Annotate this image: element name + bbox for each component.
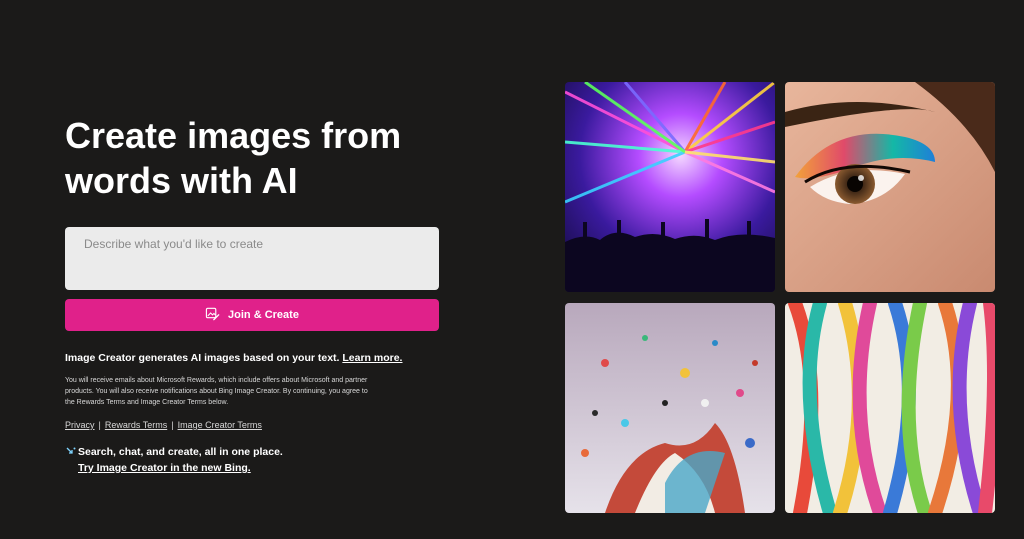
learn-more-link[interactable]: Learn more. — [342, 352, 402, 364]
concert-lasers-image[interactable] — [565, 82, 775, 292]
colorful-eye-makeup-image[interactable] — [785, 82, 995, 292]
info-text: Image Creator generates AI images based … — [65, 352, 465, 364]
image-creator-terms-link[interactable]: Image Creator Terms — [178, 420, 262, 430]
title-line-2: words with AI — [65, 160, 298, 201]
paint-splash-image[interactable] — [565, 303, 775, 513]
prompt-input[interactable] — [65, 227, 439, 290]
privacy-link[interactable]: Privacy — [65, 420, 95, 430]
colorful-ribbons-image[interactable] — [785, 303, 995, 513]
info-description: Image Creator generates AI images based … — [65, 352, 340, 364]
link-separator: | — [171, 420, 174, 430]
join-create-label: Join & Create — [228, 309, 299, 321]
footer-links: Privacy | Rewards Terms | Image Creator Term… — [65, 420, 262, 430]
link-separator: | — [98, 420, 101, 430]
try-new-bing-link[interactable]: Try Image Creator in the new Bing. — [78, 462, 251, 474]
promo-line-1: Search, chat, and create, all in one pla… — [78, 446, 283, 458]
page-title: Create images from words with AI — [65, 113, 465, 203]
join-create-button[interactable]: Join & Create — [65, 299, 439, 331]
bing-chat-icon — [65, 446, 77, 458]
title-line-1: Create images from — [65, 115, 402, 156]
fine-print: You will receive emails about Microsoft … — [65, 377, 368, 406]
image-edit-icon — [205, 306, 220, 324]
rewards-terms-link[interactable]: Rewards Terms — [105, 420, 167, 430]
